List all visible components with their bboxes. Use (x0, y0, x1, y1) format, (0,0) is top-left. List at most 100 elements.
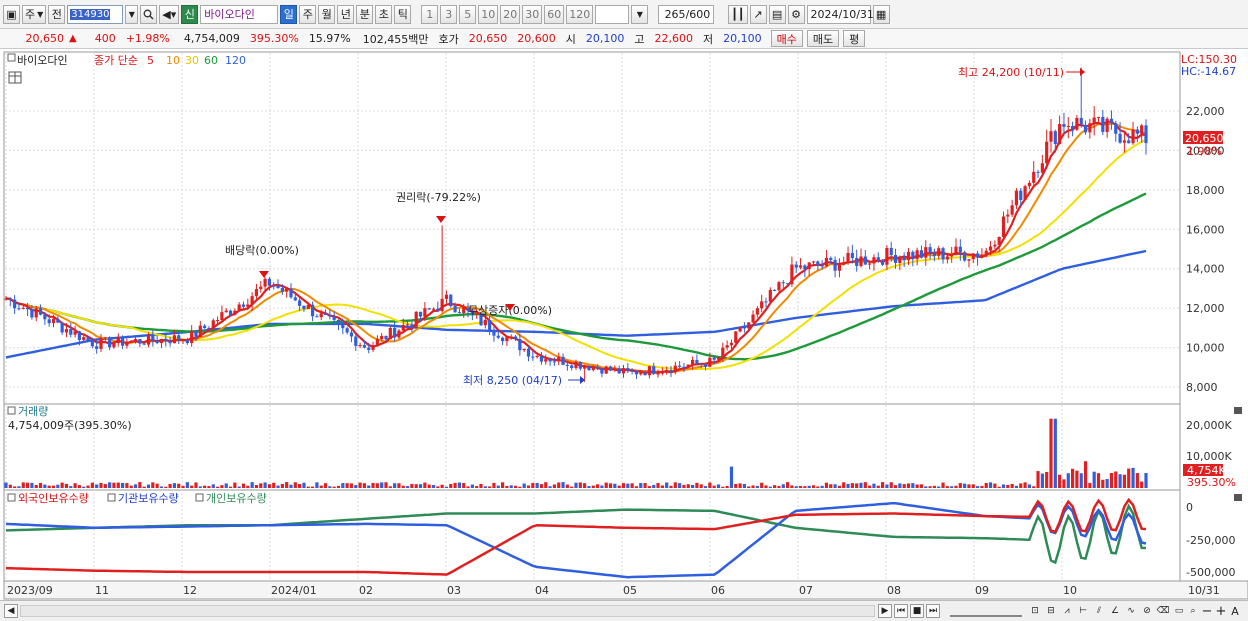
price-tick-label: 14,000 (1186, 263, 1225, 276)
calendar-icon[interactable]: ▦ (872, 4, 890, 24)
pattern-icon[interactable]: ⊘ (1140, 604, 1154, 618)
legend-prefix: 종가 단순 (94, 54, 138, 67)
average-button[interactable]: 평 (843, 30, 866, 47)
volume-panel-close-icon[interactable] (1234, 407, 1242, 414)
volume-bar (855, 483, 859, 488)
interval-120[interactable]: 120 (566, 4, 594, 24)
period-month[interactable]: 월 (318, 4, 336, 24)
candle-body (254, 289, 259, 297)
draw-tool-icon[interactable]: ⊡ (1028, 604, 1042, 618)
sin-badge[interactable]: 신 (181, 4, 199, 24)
scroll-first-icon[interactable]: ⏮ (894, 604, 908, 618)
buy-button[interactable]: 매수 (770, 30, 803, 47)
layout-icon[interactable]: ▣ (3, 4, 20, 24)
volume-bar (133, 484, 138, 488)
volume-bar (963, 483, 967, 488)
candle-body (967, 259, 971, 261)
scroll-left-icon[interactable]: ◀ (4, 604, 18, 618)
candle-body (915, 250, 919, 260)
interval-3[interactable]: 3 (440, 4, 458, 24)
interval-custom-input[interactable] (595, 4, 630, 24)
stock-code-input[interactable]: 314930 (67, 4, 124, 24)
erase-icon[interactable]: ⌫ (1156, 604, 1170, 618)
period-day[interactable]: 일 (280, 4, 298, 24)
draw-line-icon[interactable]: ⊟ (1044, 604, 1058, 618)
x-axis-label: 03 (447, 584, 461, 597)
prev-button[interactable]: 전 (48, 4, 66, 24)
speaker-icon[interactable]: ◀▾ (159, 4, 180, 24)
screenshot-icon[interactable]: ▭ (1172, 604, 1186, 618)
volume-bar (263, 482, 267, 488)
candle-body (492, 331, 496, 336)
date-field[interactable]: 2024/10/31 (806, 4, 874, 24)
interval-60[interactable]: 60 (544, 4, 565, 24)
volume-bar (509, 485, 513, 488)
scroll-last-icon[interactable]: ⏭ (926, 604, 940, 618)
indicator-icon[interactable]: ↗ (749, 4, 767, 24)
volume-bar (462, 482, 466, 488)
volume-bar (254, 485, 259, 488)
period-week[interactable]: 주 (299, 4, 317, 24)
count-field[interactable]: 265/600 (658, 4, 715, 24)
volume-bar (211, 484, 215, 488)
gear-icon[interactable]: ⚙ (787, 4, 805, 24)
candle-body (362, 345, 367, 348)
scroll-track[interactable] (20, 605, 875, 617)
zoom-out-icon[interactable]: − (1200, 604, 1214, 619)
interval-20[interactable]: 20 (500, 4, 521, 24)
period-second[interactable]: 초 (375, 4, 393, 24)
period-tick[interactable]: 틱 (394, 4, 412, 24)
period-year[interactable]: 년 (337, 4, 355, 24)
volume-bar (1001, 484, 1006, 488)
angle-icon[interactable]: ∠ (1108, 604, 1122, 618)
candle-body (453, 306, 457, 313)
save-icon[interactable]: ▤ (768, 4, 786, 24)
volume-bar (526, 485, 531, 488)
volume-bar (544, 482, 548, 488)
trend-icon[interactable]: ⩘ (1060, 604, 1074, 618)
fib-icon[interactable]: ⊢ (1076, 604, 1090, 618)
holdings-panel-close-icon[interactable] (1234, 494, 1242, 501)
interval-30[interactable]: 30 (522, 4, 543, 24)
volume-bar (172, 483, 177, 488)
stop-icon[interactable]: ■ (910, 604, 924, 618)
volume-bar (194, 482, 198, 488)
interval-5[interactable]: 5 (459, 4, 477, 24)
code-dropdown-icon[interactable]: ▼ (125, 4, 139, 24)
interval-10[interactable]: 10 (478, 4, 499, 24)
candle-body (1014, 190, 1019, 206)
font-size-icon[interactable]: A (1228, 604, 1242, 618)
volume-bar (889, 482, 893, 488)
zoom-in-icon[interactable]: + (1214, 604, 1228, 619)
candle-body (164, 338, 168, 342)
volume-bar (742, 483, 747, 488)
candle-body (276, 285, 280, 288)
period-minute[interactable]: 분 (356, 4, 374, 24)
candle-body (924, 247, 928, 258)
scroll-right-icon[interactable]: ▶ (878, 604, 892, 618)
x-axis-label: 07 (799, 584, 813, 597)
candle-body (25, 307, 30, 310)
volume-bar (919, 484, 924, 488)
candle-body (60, 322, 64, 333)
volume-ratio: 395.30% (249, 32, 299, 45)
volume-bar (1109, 473, 1114, 488)
zoom-slider[interactable] (950, 605, 1022, 617)
wave-icon[interactable]: ∿ (1124, 604, 1138, 618)
volume-bar (181, 485, 185, 488)
interval-dropdown-icon[interactable]: ▼ (631, 4, 649, 24)
candle-body (1114, 123, 1118, 134)
volume-bar (531, 482, 535, 488)
search-icon[interactable] (140, 4, 158, 24)
channel-icon[interactable]: ⫽ (1092, 604, 1106, 618)
volume-bar (621, 483, 626, 488)
volume-bar (155, 483, 159, 488)
interval-1[interactable]: 1 (421, 4, 439, 24)
volume-bar (522, 483, 526, 488)
search-zoom-icon[interactable]: ⌕ (1186, 604, 1200, 618)
volume-bar (768, 486, 772, 488)
candle-type-icon[interactable]: ┃┃ (728, 4, 748, 24)
market-select[interactable]: 주 ▼ (22, 4, 47, 24)
sell-button[interactable]: 매도 (806, 30, 840, 47)
volume-bar (958, 483, 962, 488)
